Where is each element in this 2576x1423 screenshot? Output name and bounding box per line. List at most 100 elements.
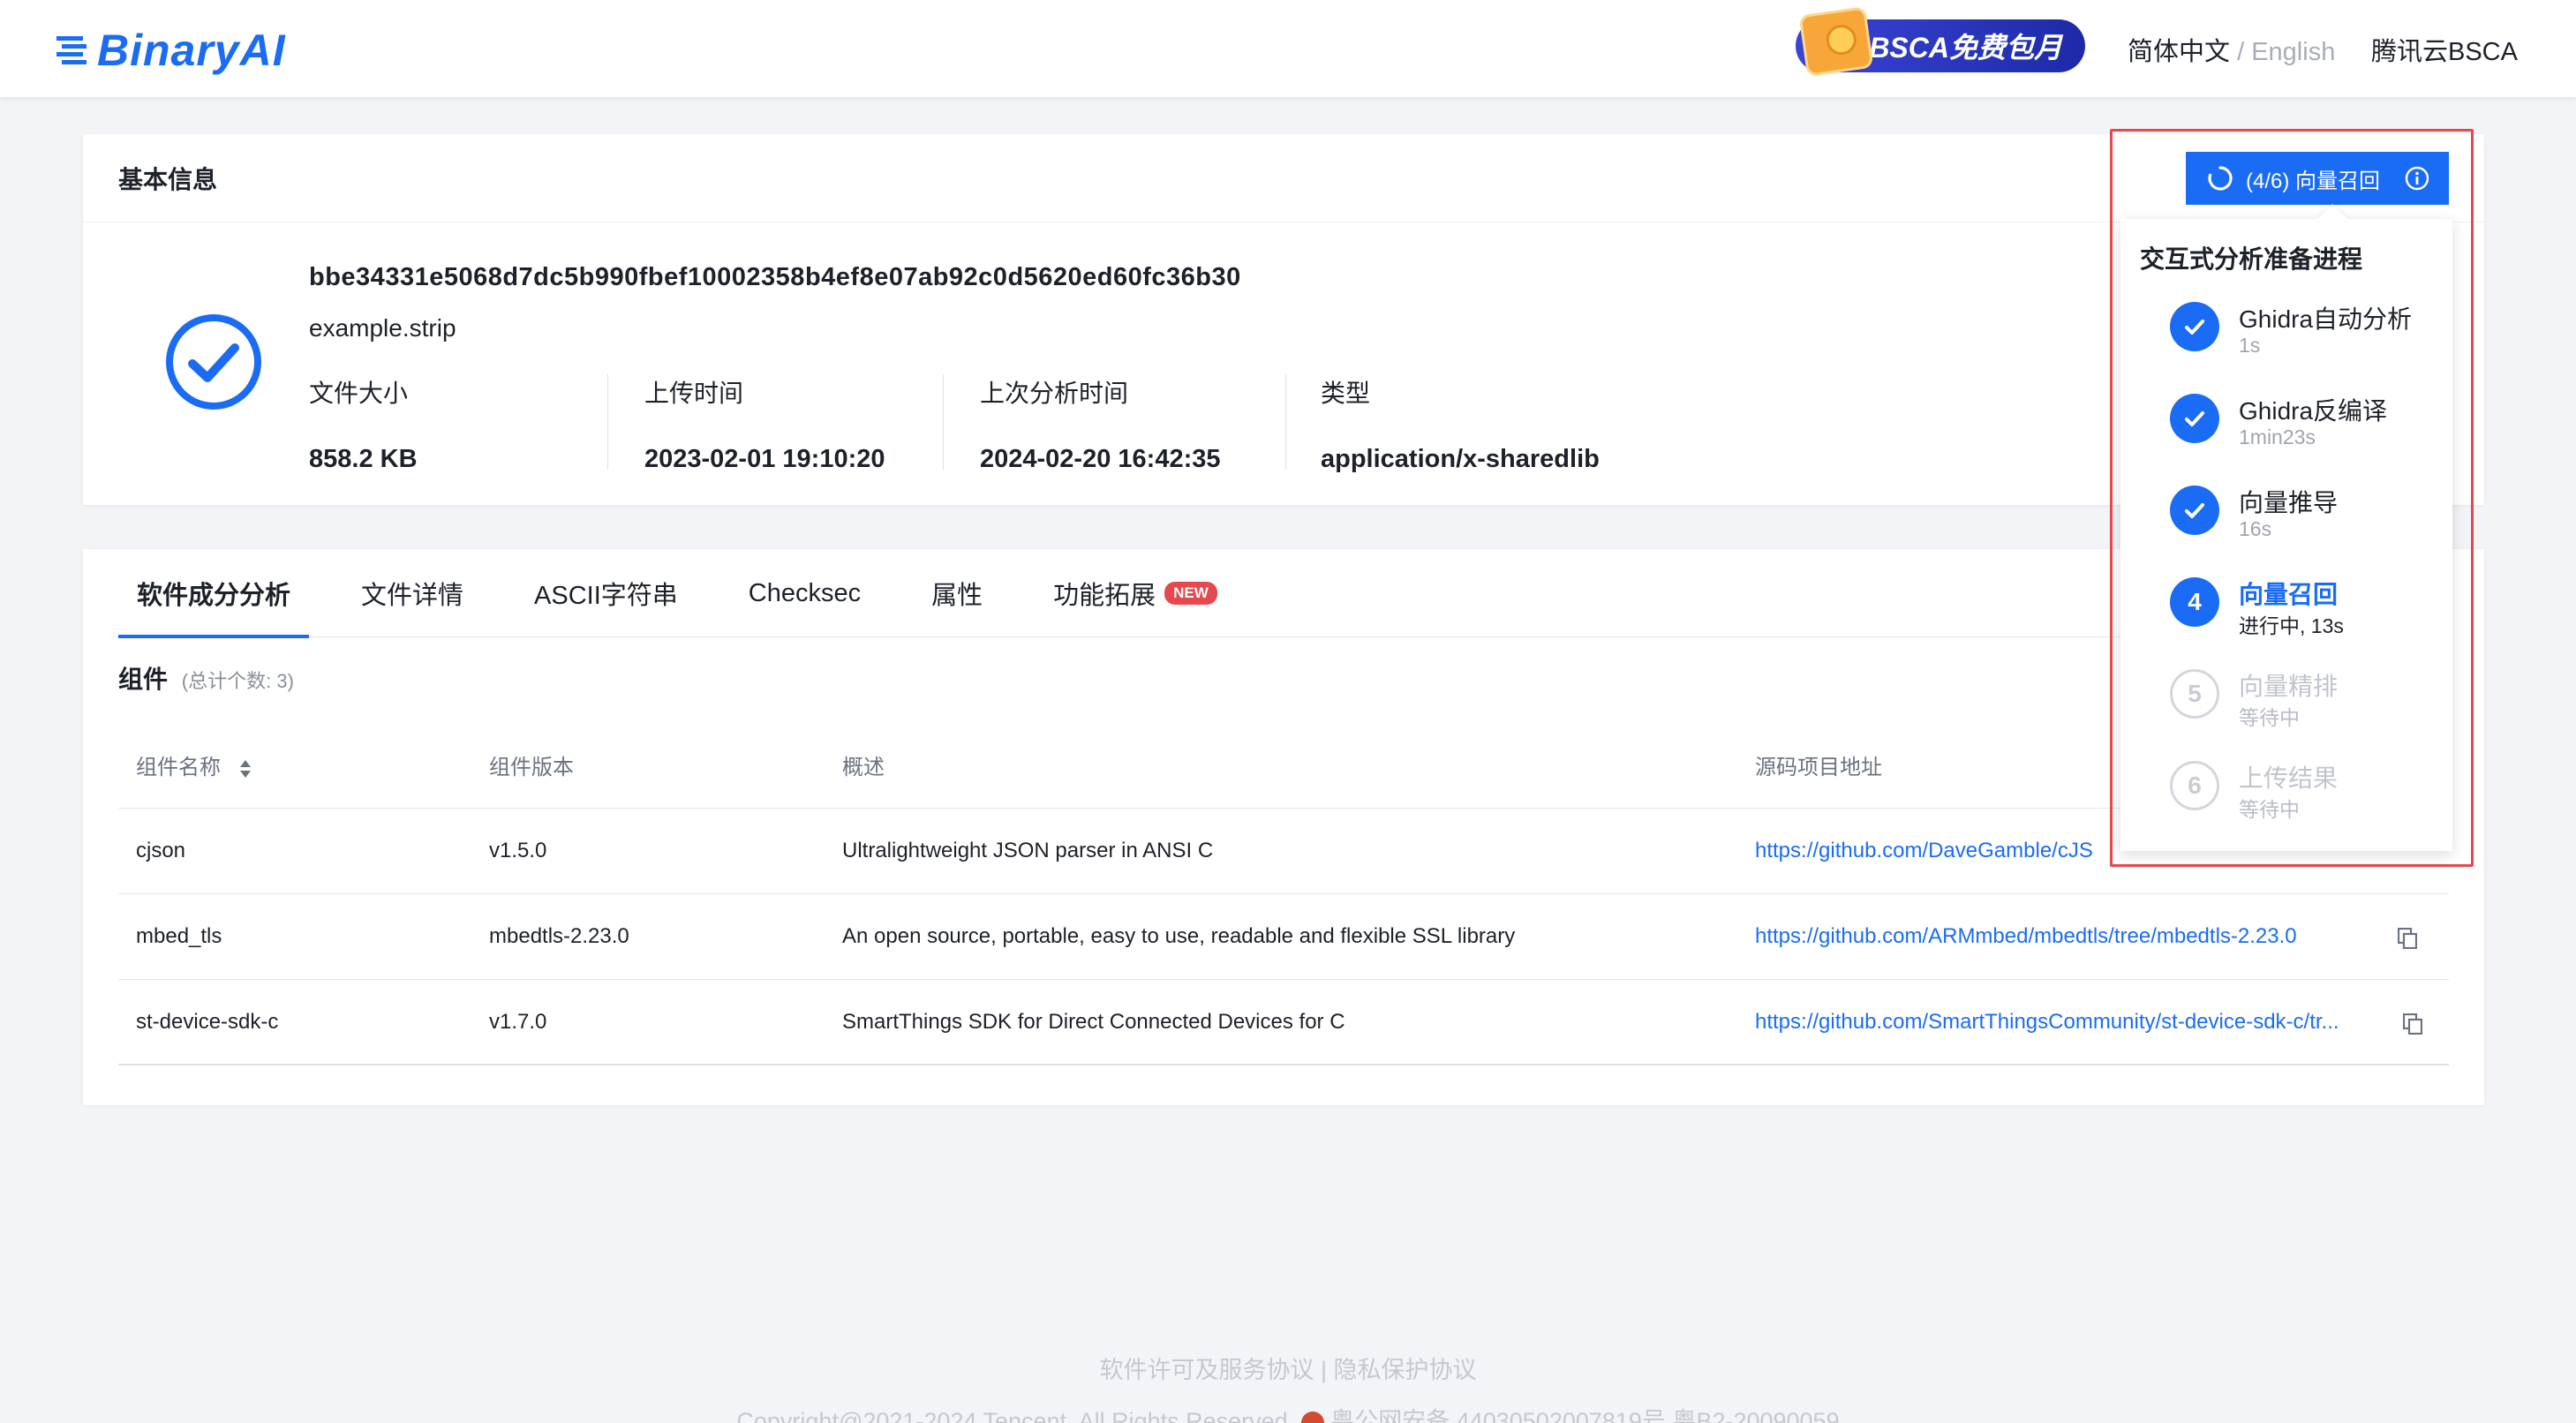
meta-label: 上次分析时间 <box>980 380 1129 407</box>
meta-divider <box>607 374 608 470</box>
step-name: Ghidra自动分析 <box>2239 305 2413 333</box>
components-section-title: 组件 (总计个数: 3) <box>118 660 294 696</box>
step-status: 等待中 <box>2239 706 2300 729</box>
step-duration: 1s <box>2239 334 2261 357</box>
police-badge-icon <box>1300 1411 1324 1423</box>
column-header-url: 源码项目地址 <box>1755 756 1882 779</box>
component-version: v1.7.0 <box>489 1010 547 1034</box>
tab-attributes[interactable]: 属性 <box>913 549 1001 637</box>
file-hash: bbe34331e5068d7dc5b990fbef10002358b4ef8e… <box>309 263 1241 291</box>
lang-en-link[interactable]: English <box>2251 38 2335 66</box>
top-header: BinaryAI BSCA免费包月 简体中文 / English 腾讯云BSCA <box>0 0 2576 98</box>
tab-sca[interactable]: 软件成分分析 <box>118 549 310 638</box>
meta-type: 类型 application/x-sharedlib <box>1321 374 1600 473</box>
progress-step-waiting: 6 上传结果 等待中 <box>2170 759 2444 839</box>
component-url-link[interactable]: https://github.com/SmartThingsCommunity/… <box>1755 980 2339 1065</box>
component-url-link[interactable]: https://github.com/ARMmbed/mbedtls/tree/… <box>1755 894 2297 979</box>
step-name: 向量推导 <box>2239 489 2339 516</box>
footer-links: 软件许可及服务协议 | 隐私保护协议 <box>0 1351 2576 1385</box>
progress-step: Ghidra自动分析 1s <box>2170 300 2444 380</box>
popover-title: 交互式分析准备进程 <box>2140 245 2363 273</box>
column-header-label: 组件名称 <box>136 756 221 779</box>
tab-file-details[interactable]: 文件详情 <box>343 549 482 637</box>
logo[interactable]: BinaryAI <box>55 25 286 76</box>
step-duration: 16s <box>2239 517 2272 540</box>
step-number: 6 <box>2170 761 2219 810</box>
component-desc: SmartThings SDK for Direct Connected Dev… <box>842 1010 1345 1034</box>
step-status: 进行中, 13s <box>2239 614 2344 637</box>
step-name: 向量召回 <box>2239 581 2339 608</box>
language-switcher: 简体中文 / English <box>2128 31 2335 68</box>
new-badge: NEW <box>1164 582 1217 605</box>
police-record-link[interactable]: 粤公网安备 44030502007819号 <box>1330 1408 1666 1423</box>
step-status: 等待中 <box>2239 798 2300 821</box>
component-version: mbedtls-2.23.0 <box>489 924 629 948</box>
binaryai-logo-icon <box>56 36 87 64</box>
gift-icon <box>1798 6 1874 77</box>
tab-bar: 软件成分分析 文件详情 ASCII字符串 Checksec 属性 功能拓展 NE… <box>118 549 2449 638</box>
step-name: Ghidra反编译 <box>2239 397 2388 425</box>
meta-file-size: 文件大小 858.2 KB <box>309 374 418 473</box>
footer-copyright: Copyright@2021-2024 Tencent. All Rights … <box>0 1402 2576 1423</box>
meta-label: 类型 <box>1321 380 1371 407</box>
step-duration: 1min23s <box>2239 425 2316 448</box>
column-header-version: 组件版本 <box>489 756 574 779</box>
analysis-complete-check-icon <box>166 314 261 410</box>
components-count: (总计个数: 3) <box>181 670 294 692</box>
tab-extensions[interactable]: 功能拓展 NEW <box>1035 549 1236 637</box>
icp-link[interactable]: 粤B2-20090059 <box>1672 1408 1839 1423</box>
basic-info-title: 基本信息 <box>83 134 2484 222</box>
copy-icon[interactable] <box>2398 928 2417 949</box>
component-desc: An open source, portable, easy to use, r… <box>842 924 1516 948</box>
meta-value: 858.2 KB <box>309 445 418 473</box>
component-name: mbed_tls <box>136 924 222 948</box>
tab-label: ASCII字符串 <box>534 582 678 610</box>
tab-checksec[interactable]: Checksec <box>730 549 879 637</box>
bsca-link[interactable]: 腾讯云BSCA <box>2371 31 2518 68</box>
sort-icon[interactable] <box>239 759 252 779</box>
progress-step: 向量推导 16s <box>2170 484 2444 563</box>
step-name: 上传结果 <box>2239 764 2339 792</box>
page: BinaryAI BSCA免费包月 简体中文 / English 腾讯云BSCA… <box>0 0 2576 1423</box>
table-row: st-device-sdk-c v1.7.0 SmartThings SDK f… <box>118 980 2449 1065</box>
lang-zh-link[interactable]: 简体中文 <box>2128 38 2230 66</box>
info-icon[interactable] <box>2405 166 2429 191</box>
step-done-check-icon <box>2170 302 2219 351</box>
component-desc: Ultralightweight JSON parser in ANSI C <box>842 839 1214 862</box>
column-header-name[interactable]: 组件名称 <box>136 749 252 780</box>
component-name: st-device-sdk-c <box>136 1010 279 1034</box>
copy-icon[interactable] <box>2403 1013 2422 1035</box>
promo-banner[interactable]: BSCA免费包月 <box>1796 6 2085 77</box>
components-table: 组件名称 组件版本 概述 源码项目地址 cjson v1.5.0 Ultrali… <box>118 722 2449 1065</box>
progress-popover: 交互式分析准备进程 Ghidra自动分析 1s Ghidra反编译 1min23… <box>2120 219 2452 851</box>
progress-step: Ghidra反编译 1min23s <box>2170 392 2444 471</box>
step-done-check-icon <box>2170 394 2219 443</box>
step-name: 向量精排 <box>2239 673 2339 700</box>
analysis-progress-button[interactable]: (4/6) 向量召回 <box>2186 152 2449 205</box>
component-url-link[interactable]: https://github.com/DaveGamble/cJS <box>1755 809 2093 893</box>
table-row: mbed_tls mbedtls-2.23.0 An open source, … <box>118 894 2449 980</box>
file-name: example.strip <box>309 314 456 342</box>
privacy-link[interactable]: 隐私保护协议 <box>1334 1357 1477 1383</box>
promo-label: BSCA免费包月 <box>1869 32 2062 64</box>
footer-divider: | <box>1320 1357 1327 1383</box>
lang-separator: / <box>2237 38 2245 66</box>
license-link[interactable]: 软件许可及服务协议 <box>1099 1357 1314 1383</box>
step-done-check-icon <box>2170 486 2219 535</box>
copyright-text: Copyright@2021-2024 Tencent. All Rights … <box>736 1408 1295 1423</box>
meta-divider <box>943 374 944 470</box>
tab-label: 软件成分分析 <box>137 582 291 610</box>
tab-label: 属性 <box>931 582 983 610</box>
components-title: 组件 <box>118 666 169 693</box>
tab-label: 功能拓展 <box>1053 582 1156 610</box>
logo-text: BinaryAI <box>97 26 286 75</box>
table-row: cjson v1.5.0 Ultralightweight JSON parse… <box>118 809 2449 894</box>
progress-button-label: (4/6) 向量召回 <box>2246 169 2381 193</box>
tab-ascii-strings[interactable]: ASCII字符串 <box>516 549 697 637</box>
meta-value: application/x-sharedlib <box>1321 445 1600 473</box>
progress-step-active: 4 向量召回 进行中, 13s <box>2170 576 2444 655</box>
meta-label: 上传时间 <box>644 380 744 407</box>
tab-label: 文件详情 <box>361 582 464 610</box>
step-number: 5 <box>2170 669 2219 719</box>
meta-divider <box>1285 374 1286 470</box>
